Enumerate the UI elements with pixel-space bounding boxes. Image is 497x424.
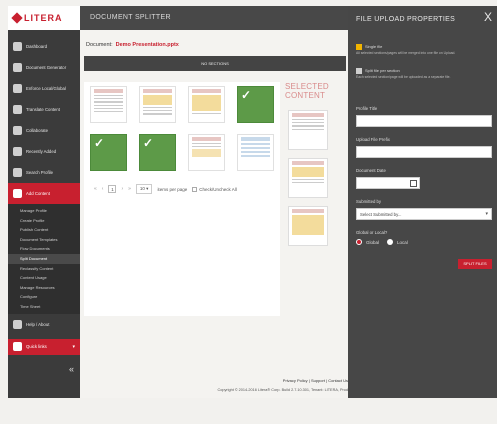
chevron-down-icon: ▾ <box>485 211 488 217</box>
close-button[interactable]: X <box>484 10 492 24</box>
checkmark-icon: ✓ <box>94 136 105 150</box>
search-profile-icon <box>13 168 22 177</box>
sections-bar[interactable]: NO SECTIONS <box>84 56 346 71</box>
subnav-item[interactable]: Content Usage <box>8 273 80 283</box>
sidebar-item-add-content[interactable]: Add Content <box>8 183 80 204</box>
split-files-button[interactable]: SPLIT FILES <box>458 259 492 269</box>
checkbox[interactable] <box>356 68 362 74</box>
page-thumbnail-selected[interactable]: ✓ <box>237 86 274 123</box>
subnav-item[interactable]: Document Templates <box>8 235 80 245</box>
header: DOCUMENT SPLITTER <box>80 6 348 30</box>
document-name[interactable]: Demo Presentation.pptx <box>116 42 179 48</box>
sidebar: LITERA Dashboard Document Generator Enfo… <box>8 6 80 398</box>
page-thumbnail-selected[interactable]: ✓ <box>90 134 127 171</box>
sidebar-item-translate[interactable]: Translate Content <box>8 99 80 120</box>
logo[interactable]: LITERA <box>8 6 80 30</box>
profile-title-input[interactable] <box>356 115 492 127</box>
document-line: Document: Demo Presentation.pptx <box>86 42 179 48</box>
submitted-by-select[interactable]: Select Submitted by... ▾ <box>356 208 492 220</box>
global-local-radio-group: Global Local <box>356 239 408 245</box>
subnav-item[interactable]: Manage Profile <box>8 206 80 216</box>
translate-icon <box>13 105 22 114</box>
subnav-item[interactable]: Reclassify Content <box>8 264 80 274</box>
option-single-file[interactable]: Single file All selected sections/pages … <box>356 44 492 56</box>
quicklinks-button[interactable]: Quick links ▾ <box>8 338 80 355</box>
sidebar-item-enforce[interactable]: Enforce Local/Global <box>8 78 80 99</box>
sidebar-subnav: Manage Profile Create Profile Publish Co… <box>8 204 80 314</box>
submitted-by-label: Submitted by <box>356 199 382 204</box>
collapse-sidebar-button[interactable]: « <box>69 364 74 374</box>
prev-page-button[interactable]: ‹ <box>102 186 104 192</box>
document-date-input[interactable] <box>356 177 420 189</box>
footer: Privacy Policy | Support | Contact Us Co… <box>80 374 348 398</box>
page-thumbnail[interactable] <box>188 134 225 171</box>
people-icon <box>13 126 22 135</box>
document-date-label: Document Date <box>356 168 386 173</box>
sidebar-item-search-profile[interactable]: Search Profile <box>8 162 80 183</box>
page-thumbnail-selected[interactable]: ✓ <box>139 134 176 171</box>
selected-thumbnail[interactable] <box>288 158 328 198</box>
first-page-button[interactable]: « <box>94 186 97 192</box>
selected-content-title: SELECTED CONTENT <box>285 82 329 100</box>
radio-local[interactable] <box>387 239 394 245</box>
main-content: Document: Demo Presentation.pptx NO SECTI… <box>80 30 348 398</box>
checkbox-checked[interactable] <box>356 44 362 50</box>
sidebar-item-document-generator[interactable]: Document Generator <box>8 57 80 78</box>
option-split-file[interactable]: Split file per section Each selected sec… <box>356 68 492 80</box>
page-thumbnails-panel: ✓ ✓ ✓ « ‹ 1 › » 10 ▾ items per page Chec… <box>84 82 280 316</box>
subnav-item-active[interactable]: Split Document <box>8 253 80 264</box>
upload-prefix-input[interactable] <box>356 146 492 158</box>
upload-prefix-label: Upload File Prefix <box>356 137 390 142</box>
document-icon <box>13 63 22 72</box>
global-local-label: Global or Local? <box>356 230 388 235</box>
panel-title: FILE UPLOAD PROPERTIES <box>356 16 456 23</box>
checkbox[interactable] <box>192 186 198 192</box>
sidebar-item-collaborate[interactable]: Collaborate <box>8 120 80 141</box>
per-page-select[interactable]: 10 ▾ <box>135 184 153 194</box>
subnav-item[interactable]: Publish Content <box>8 225 80 235</box>
subnav-item[interactable]: Configure <box>8 292 80 302</box>
dashboard-icon <box>13 42 22 51</box>
litera-logo-mark <box>11 12 23 24</box>
app-window: LITERA Dashboard Document Generator Enfo… <box>0 0 497 424</box>
sidebar-item-recently-added[interactable]: Recently Added <box>8 141 80 162</box>
globe-icon <box>13 84 22 93</box>
radio-global[interactable] <box>356 239 362 245</box>
selected-thumbnail[interactable] <box>288 206 328 246</box>
selected-content-column: SELECTED CONTENT <box>285 82 345 316</box>
page-thumbnail[interactable] <box>237 134 274 171</box>
next-page-button[interactable]: › <box>121 186 123 192</box>
page-title: DOCUMENT SPLITTER <box>90 14 171 21</box>
page-thumbnail[interactable] <box>188 86 225 123</box>
per-page-label: items per page <box>157 186 188 192</box>
sidebar-item-dashboard[interactable]: Dashboard <box>8 36 80 57</box>
logo-text: LITERA <box>24 13 63 23</box>
subnav-item[interactable]: Create Profile <box>8 216 80 226</box>
sidebar-nav: Dashboard Document Generator Enforce Loc… <box>8 30 80 204</box>
add-content-icon <box>13 189 22 198</box>
subnav-item[interactable]: Manage Resources <box>8 283 80 293</box>
subnav-item[interactable]: Time Sheet <box>8 302 80 312</box>
page-thumbnail[interactable] <box>139 86 176 123</box>
sidebar-item-help[interactable]: Help / About <box>8 314 80 335</box>
chevron-down-icon: ▾ <box>72 343 75 350</box>
checkmark-icon: ✓ <box>241 88 252 102</box>
page-thumbnail[interactable] <box>90 86 127 123</box>
footer-copyright: Copyright © 2014-2016 Litera® Corp. Buil… <box>217 388 348 392</box>
file-upload-properties-panel: FILE UPLOAD PROPERTIES X Single file All… <box>348 6 497 398</box>
lightbulb-icon <box>13 319 22 329</box>
pagination: « ‹ 1 › » 10 ▾ items per page Check/Unch… <box>94 184 237 194</box>
bookmark-icon <box>13 342 22 352</box>
current-page[interactable]: 1 <box>108 185 117 193</box>
calendar-icon[interactable] <box>410 180 417 187</box>
subnav-item[interactable]: Flow Documents <box>8 244 80 254</box>
group-icon <box>13 147 22 156</box>
checkmark-icon: ✓ <box>143 136 154 150</box>
selected-thumbnail[interactable] <box>288 110 328 150</box>
last-page-button[interactable]: » <box>128 186 131 192</box>
footer-links[interactable]: Privacy Policy | Support | Contact Us <box>283 378 348 383</box>
check-all-toggle[interactable]: Check/Uncheck All <box>192 186 237 192</box>
profile-title-label: Profile Title <box>356 106 378 111</box>
